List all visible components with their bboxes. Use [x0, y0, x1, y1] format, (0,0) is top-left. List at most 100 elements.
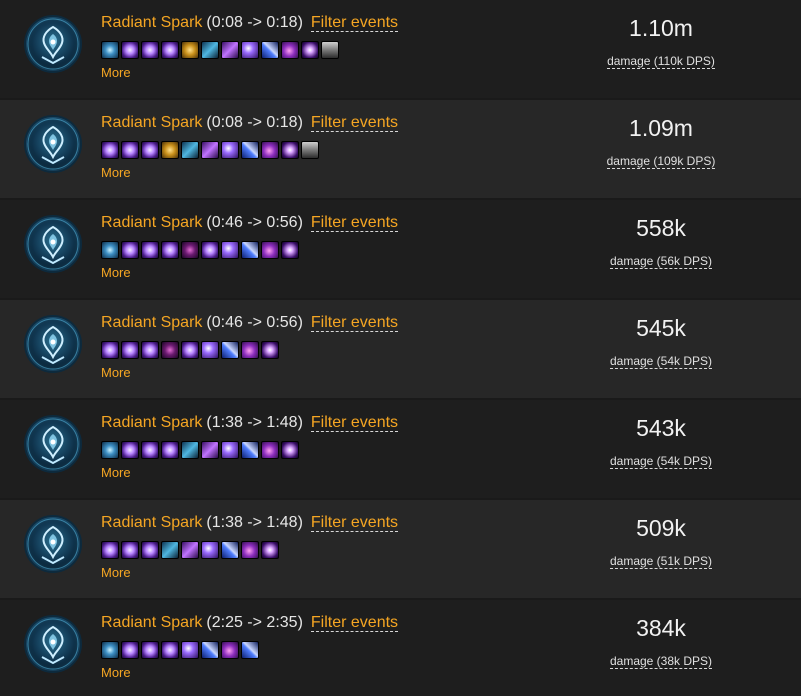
orb-icon[interactable] [221, 641, 239, 659]
more-link[interactable]: More [101, 165, 131, 181]
damage-dps-label[interactable]: damage (51k DPS) [571, 553, 751, 569]
radiant-spark-icon[interactable] [26, 517, 80, 571]
orb-icon[interactable] [281, 41, 299, 59]
barrage-icon[interactable] [241, 41, 259, 59]
spell-name[interactable]: Radiant Spark [101, 114, 202, 131]
bolt-icon[interactable] [241, 241, 259, 259]
arcane-icon[interactable] [141, 341, 159, 359]
burst-icon[interactable] [301, 41, 319, 59]
radiant-spark-icon[interactable] [26, 317, 80, 371]
feather-icon[interactable] [181, 541, 199, 559]
bolt-icon[interactable] [241, 141, 259, 159]
arcane-icon[interactable] [121, 641, 139, 659]
filter-events-link[interactable]: Filter events [310, 214, 399, 232]
spark-icon[interactable] [101, 441, 119, 459]
spell-name[interactable]: Radiant Spark [101, 314, 202, 331]
arcane-icon[interactable] [161, 641, 179, 659]
damage-dps-label[interactable]: damage (110k DPS) [571, 53, 751, 69]
spell-name[interactable]: Radiant Spark [101, 14, 202, 31]
orb-icon[interactable] [241, 541, 259, 559]
orb-icon[interactable] [261, 141, 279, 159]
spell-name[interactable]: Radiant Spark [101, 614, 202, 631]
helm-icon[interactable] [301, 141, 319, 159]
arcane-icon[interactable] [141, 441, 159, 459]
orb-icon[interactable] [241, 341, 259, 359]
dps-text[interactable]: damage (109k DPS) [606, 154, 716, 169]
bolt-icon[interactable] [241, 641, 259, 659]
more-link[interactable]: More [101, 65, 131, 81]
feather-icon[interactable] [201, 441, 219, 459]
arcane-icon[interactable] [121, 141, 139, 159]
arcane-icon[interactable] [161, 41, 179, 59]
damage-dps-label[interactable]: damage (109k DPS) [571, 153, 751, 169]
orb-icon[interactable] [261, 241, 279, 259]
blue-icon[interactable] [161, 541, 179, 559]
arcane-icon[interactable] [141, 241, 159, 259]
radiant-spark-icon[interactable] [26, 117, 80, 171]
dps-text[interactable]: damage (38k DPS) [609, 654, 713, 669]
burst-icon[interactable] [281, 441, 299, 459]
arcane-icon[interactable] [121, 41, 139, 59]
damage-dps-label[interactable]: damage (54k DPS) [571, 353, 751, 369]
arcane-icon[interactable] [121, 341, 139, 359]
bolt-icon[interactable] [221, 341, 239, 359]
dark-icon[interactable] [181, 241, 199, 259]
burst-icon[interactable] [281, 141, 299, 159]
orb-icon[interactable] [261, 441, 279, 459]
arcane-icon[interactable] [101, 541, 119, 559]
damage-dps-label[interactable]: damage (54k DPS) [571, 453, 751, 469]
dps-text[interactable]: damage (51k DPS) [609, 554, 713, 569]
dps-text[interactable]: damage (110k DPS) [607, 54, 715, 69]
burst-icon[interactable] [261, 541, 279, 559]
spell-name[interactable]: Radiant Spark [101, 514, 202, 531]
spell-name[interactable]: Radiant Spark [101, 414, 202, 431]
filter-events-link[interactable]: Filter events [310, 614, 399, 632]
arcane-icon[interactable] [121, 241, 139, 259]
arcane-icon[interactable] [141, 641, 159, 659]
bolt-icon[interactable] [241, 441, 259, 459]
arcane-icon[interactable] [121, 541, 139, 559]
feather-icon[interactable] [221, 41, 239, 59]
barrage-icon[interactable] [221, 241, 239, 259]
bolt-icon[interactable] [201, 641, 219, 659]
bolt-icon[interactable] [221, 541, 239, 559]
dark-icon[interactable] [161, 341, 179, 359]
radiant-spark-icon[interactable] [26, 217, 80, 271]
barrage-icon[interactable] [221, 141, 239, 159]
arcane-icon[interactable] [101, 341, 119, 359]
arcane-icon[interactable] [161, 441, 179, 459]
arcane-icon[interactable] [161, 241, 179, 259]
arcane-icon[interactable] [101, 141, 119, 159]
more-link[interactable]: More [101, 265, 131, 281]
spell-name[interactable]: Radiant Spark [101, 214, 202, 231]
radiant-spark-icon[interactable] [26, 17, 80, 71]
filter-events-link[interactable]: Filter events [310, 414, 399, 432]
damage-dps-label[interactable]: damage (56k DPS) [571, 253, 751, 269]
arcane-icon[interactable] [201, 241, 219, 259]
dps-text[interactable]: damage (54k DPS) [609, 454, 713, 469]
barrage-icon[interactable] [221, 441, 239, 459]
dps-text[interactable]: damage (54k DPS) [609, 354, 713, 369]
filter-events-link[interactable]: Filter events [310, 114, 399, 132]
blue-icon[interactable] [201, 41, 219, 59]
burst-icon[interactable] [281, 241, 299, 259]
damage-dps-label[interactable]: damage (38k DPS) [571, 653, 751, 669]
bolt-icon[interactable] [261, 41, 279, 59]
helm-icon[interactable] [321, 41, 339, 59]
feather-icon[interactable] [201, 141, 219, 159]
filter-events-link[interactable]: Filter events [310, 14, 399, 32]
gold-icon[interactable] [161, 141, 179, 159]
filter-events-link[interactable]: Filter events [310, 314, 399, 332]
more-link[interactable]: More [101, 365, 131, 381]
barrage-icon[interactable] [201, 541, 219, 559]
radiant-spark-icon[interactable] [26, 617, 80, 671]
spark-icon[interactable] [101, 241, 119, 259]
arcane-icon[interactable] [141, 41, 159, 59]
blue-icon[interactable] [181, 441, 199, 459]
burst-icon[interactable] [261, 341, 279, 359]
more-link[interactable]: More [101, 665, 131, 681]
filter-events-link[interactable]: Filter events [310, 514, 399, 532]
barrage-icon[interactable] [201, 341, 219, 359]
arcane-icon[interactable] [181, 341, 199, 359]
spark-icon[interactable] [101, 41, 119, 59]
